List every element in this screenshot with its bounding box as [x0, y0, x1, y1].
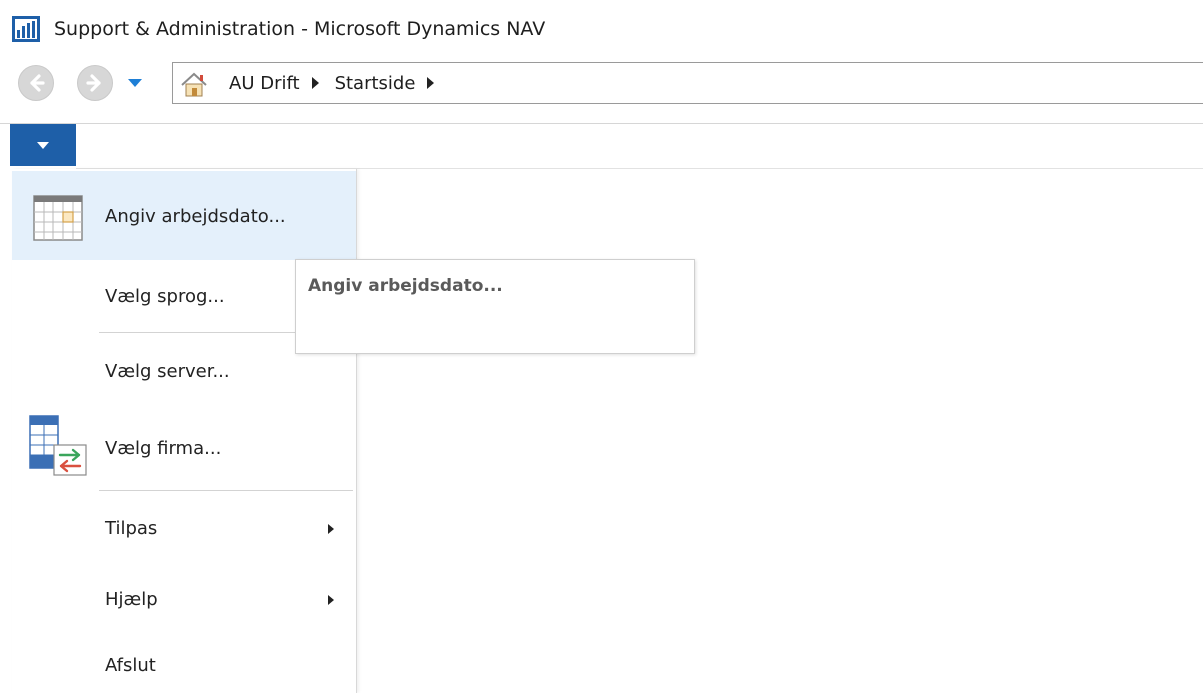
menu-item-help[interactable]: Hjælp [12, 565, 356, 635]
title-bar: Support & Administration - Microsoft Dyn… [0, 0, 1203, 56]
address-bar[interactable]: AU Drift Startside [172, 62, 1203, 104]
dynamics-nav-icon [12, 16, 40, 42]
menu-item-label: Vælg sprog... [105, 286, 225, 307]
switch-company-icon [29, 415, 87, 476]
menu-item-label: Afslut [105, 655, 156, 676]
menu-item-label: Hjælp [105, 589, 158, 610]
application-menu: Angiv arbejdsdato... Vælg sprog... Vælg … [12, 169, 357, 693]
forward-button[interactable] [77, 65, 113, 101]
menu-item-label: Vælg server... [105, 361, 230, 382]
menu-item-select-company[interactable]: Vælg firma... [12, 409, 356, 490]
menu-item-exit[interactable]: Afslut [12, 635, 356, 691]
chevron-down-icon[interactable] [127, 77, 143, 89]
breadcrumb-item-startside[interactable]: Startside [335, 73, 428, 94]
back-button[interactable] [18, 65, 54, 101]
submenu-arrow-icon [328, 595, 334, 605]
menu-item-set-work-date[interactable]: Angiv arbejdsdato... [12, 171, 356, 260]
breadcrumb-arrow-icon[interactable] [311, 77, 319, 89]
tooltip: Angiv arbejdsdato... [295, 259, 695, 354]
breadcrumb-arrow-icon[interactable] [427, 77, 435, 89]
breadcrumb-item-au-drift[interactable]: AU Drift [229, 73, 312, 94]
menu-item-label: Vælg firma... [105, 438, 222, 459]
menu-item-customize[interactable]: Tilpas [12, 491, 356, 565]
menu-item-label: Angiv arbejdsdato... [105, 206, 286, 227]
back-arrow-icon [30, 74, 45, 92]
submenu-arrow-icon [328, 524, 334, 534]
calendar-icon [33, 195, 83, 241]
forward-arrow-icon [86, 74, 101, 92]
application-menu-button[interactable] [10, 124, 76, 166]
window-title: Support & Administration - Microsoft Dyn… [54, 18, 546, 40]
caret-down-icon [37, 141, 49, 149]
ribbon-divider [0, 123, 1203, 124]
tooltip-title: Angiv arbejdsdato... [308, 276, 503, 296]
menu-item-label: Tilpas [105, 518, 158, 539]
navigation-bar: AU Drift Startside [0, 56, 1203, 116]
home-icon[interactable] [179, 70, 209, 98]
breadcrumb: AU Drift Startside [229, 63, 450, 103]
